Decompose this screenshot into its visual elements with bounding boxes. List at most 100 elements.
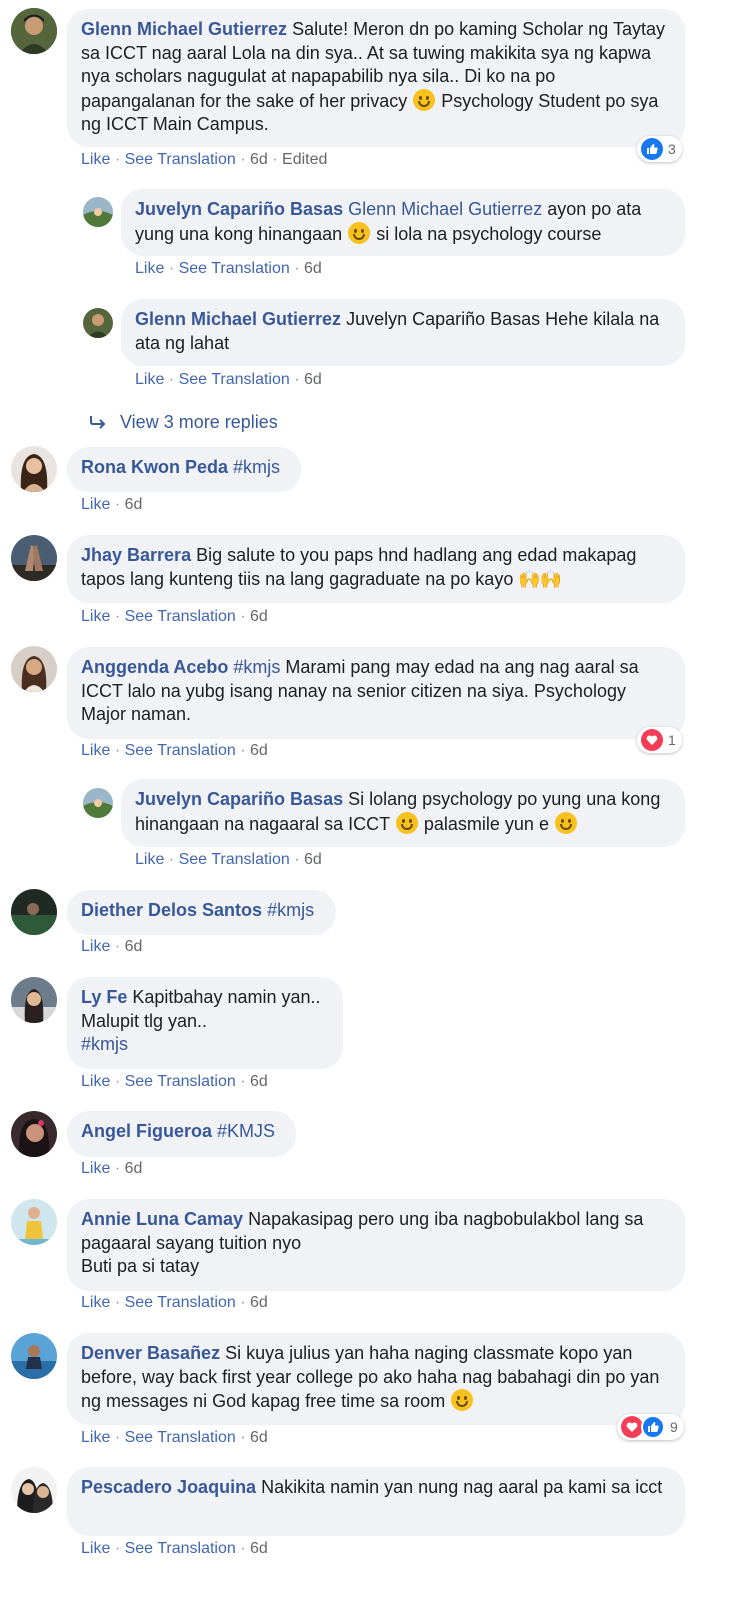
like-link[interactable]: Like: [81, 1160, 110, 1177]
comment-actions: Like · See Translation · 6d: [81, 742, 268, 760]
comment-actions: Like · See Translation · 6d: [81, 1540, 268, 1558]
blush-emoji-icon: [451, 1389, 474, 1411]
comment-actions: Like · See Translation · 6d: [135, 371, 322, 389]
see-translation-link[interactable]: See Translation: [125, 151, 236, 168]
like-link[interactable]: Like: [81, 742, 110, 759]
see-translation-link[interactable]: See Translation: [125, 1294, 236, 1311]
separator: ·: [240, 1073, 251, 1090]
like-link[interactable]: Like: [81, 151, 110, 168]
see-translation-link[interactable]: See Translation: [179, 260, 290, 277]
love-reaction-icon: [621, 1416, 643, 1438]
separator: ·: [240, 1429, 251, 1446]
reaction-summary[interactable]: 3: [637, 136, 682, 162]
comment-bubble: Annie Luna Camay Napakasipag pero ung ib…: [67, 1199, 685, 1291]
comment-author[interactable]: Anggenda Acebo: [81, 657, 228, 677]
blush-emoji-icon: [554, 811, 577, 834]
comment-author[interactable]: Juvelyn Capariño Basas: [135, 199, 343, 219]
timestamp[interactable]: 6d: [250, 1294, 268, 1311]
comment-author[interactable]: Annie Luna Camay: [81, 1209, 243, 1229]
timestamp[interactable]: 6d: [250, 1429, 268, 1446]
avatar[interactable]: [11, 535, 57, 581]
hashtag-link[interactable]: #kmjs: [233, 457, 280, 477]
hashtag-link[interactable]: #KMJS: [217, 1121, 275, 1141]
like-link[interactable]: Like: [81, 1429, 110, 1446]
timestamp[interactable]: 6d: [250, 1073, 268, 1090]
smile-emoji-icon: [395, 811, 418, 834]
avatar[interactable]: [11, 1333, 57, 1379]
timestamp[interactable]: 6d: [250, 151, 268, 168]
comment-author[interactable]: Rona Kwon Peda: [81, 457, 228, 477]
comment-author[interactable]: Diether Delos Santos: [81, 900, 262, 920]
avatar[interactable]: [11, 889, 57, 935]
avatar[interactable]: [83, 788, 113, 818]
timestamp[interactable]: 6d: [304, 260, 322, 277]
timestamp[interactable]: 6d: [250, 1540, 268, 1557]
avatar[interactable]: [11, 8, 57, 54]
see-translation-link[interactable]: See Translation: [125, 1429, 236, 1446]
timestamp[interactable]: 6d: [304, 371, 322, 388]
avatar[interactable]: [83, 197, 113, 227]
hashtag-link[interactable]: #kmjs: [233, 657, 280, 677]
like-link[interactable]: Like: [81, 496, 110, 513]
like-link[interactable]: Like: [135, 851, 164, 868]
see-translation-link[interactable]: See Translation: [125, 1073, 236, 1090]
timestamp[interactable]: 6d: [250, 608, 268, 625]
avatar[interactable]: [11, 1111, 57, 1157]
comment-text-continued: palasmile yun e: [423, 813, 549, 834]
separator: ·: [294, 851, 305, 868]
timestamp[interactable]: 6d: [304, 851, 322, 868]
reaction-summary[interactable]: 1: [637, 727, 682, 753]
avatar[interactable]: [83, 308, 113, 338]
hashtag-link[interactable]: #kmjs: [267, 900, 314, 920]
comment-author[interactable]: Pescadero Joaquina: [81, 1477, 256, 1497]
timestamp[interactable]: 6d: [125, 496, 143, 513]
reaction-summary[interactable]: 9: [617, 1414, 684, 1440]
like-link[interactable]: Like: [81, 608, 110, 625]
comment-author[interactable]: Angel Figueroa: [81, 1121, 212, 1141]
see-translation-link[interactable]: See Translation: [179, 851, 290, 868]
separator: ·: [168, 260, 179, 277]
comment-actions: Like · 6d: [81, 938, 142, 956]
separator: ·: [114, 1294, 125, 1311]
comment-actions: Like · See Translation · 6d · Edited: [81, 151, 327, 169]
see-translation-link[interactable]: See Translation: [179, 371, 290, 388]
smile-emoji-icon: [348, 221, 371, 244]
like-link[interactable]: Like: [81, 938, 110, 955]
comment-text-line-2: Malupit tlg yan..: [81, 1010, 208, 1031]
avatar[interactable]: [11, 646, 57, 692]
like-link[interactable]: Like: [135, 371, 164, 388]
comment-author[interactable]: Denver Basañez: [81, 1343, 220, 1363]
comment-author[interactable]: Ly Fe: [81, 987, 127, 1007]
like-link[interactable]: Like: [135, 260, 164, 277]
see-translation-link[interactable]: See Translation: [125, 1540, 236, 1557]
comment-text-line-2: Buti pa si tatay: [81, 1256, 200, 1276]
mention-link[interactable]: Glenn Michael Gutierrez: [348, 199, 542, 219]
like-link[interactable]: Like: [81, 1294, 110, 1311]
like-link[interactable]: Like: [81, 1540, 110, 1557]
view-more-replies[interactable]: View 3 more replies: [88, 412, 278, 433]
comment-actions: Like · See Translation · 6d: [81, 1429, 268, 1447]
avatar[interactable]: [11, 1199, 57, 1245]
comment-bubble: Ly Fe Kapitbahay namin yan.. Malupit tlg…: [67, 977, 343, 1069]
comment-bubble: Glenn Michael Gutierrez Juvelyn Capariño…: [121, 299, 685, 366]
timestamp[interactable]: 6d: [125, 1160, 143, 1177]
avatar[interactable]: [11, 1467, 57, 1513]
comment-author[interactable]: Jhay Barrera: [81, 545, 191, 565]
comment-author[interactable]: Juvelyn Capariño Basas: [135, 789, 343, 809]
hashtag-link[interactable]: #kmjs: [81, 1034, 128, 1054]
timestamp[interactable]: 6d: [125, 938, 143, 955]
comment-author[interactable]: Glenn Michael Gutierrez: [81, 19, 287, 39]
see-translation-link[interactable]: See Translation: [125, 742, 236, 759]
comment-author[interactable]: Glenn Michael Gutierrez: [135, 309, 341, 329]
separator: ·: [168, 371, 179, 388]
comment-actions: Like · 6d: [81, 1160, 142, 1178]
comment-actions: Like · See Translation · 6d: [81, 1073, 268, 1091]
separator: ·: [240, 608, 251, 625]
avatar[interactable]: [11, 977, 57, 1023]
edited-label[interactable]: Edited: [282, 151, 327, 168]
see-translation-link[interactable]: See Translation: [125, 608, 236, 625]
comment-text-continued: si lola na psychology course: [376, 223, 602, 244]
timestamp[interactable]: 6d: [250, 742, 268, 759]
avatar[interactable]: [11, 446, 57, 492]
like-link[interactable]: Like: [81, 1073, 110, 1090]
